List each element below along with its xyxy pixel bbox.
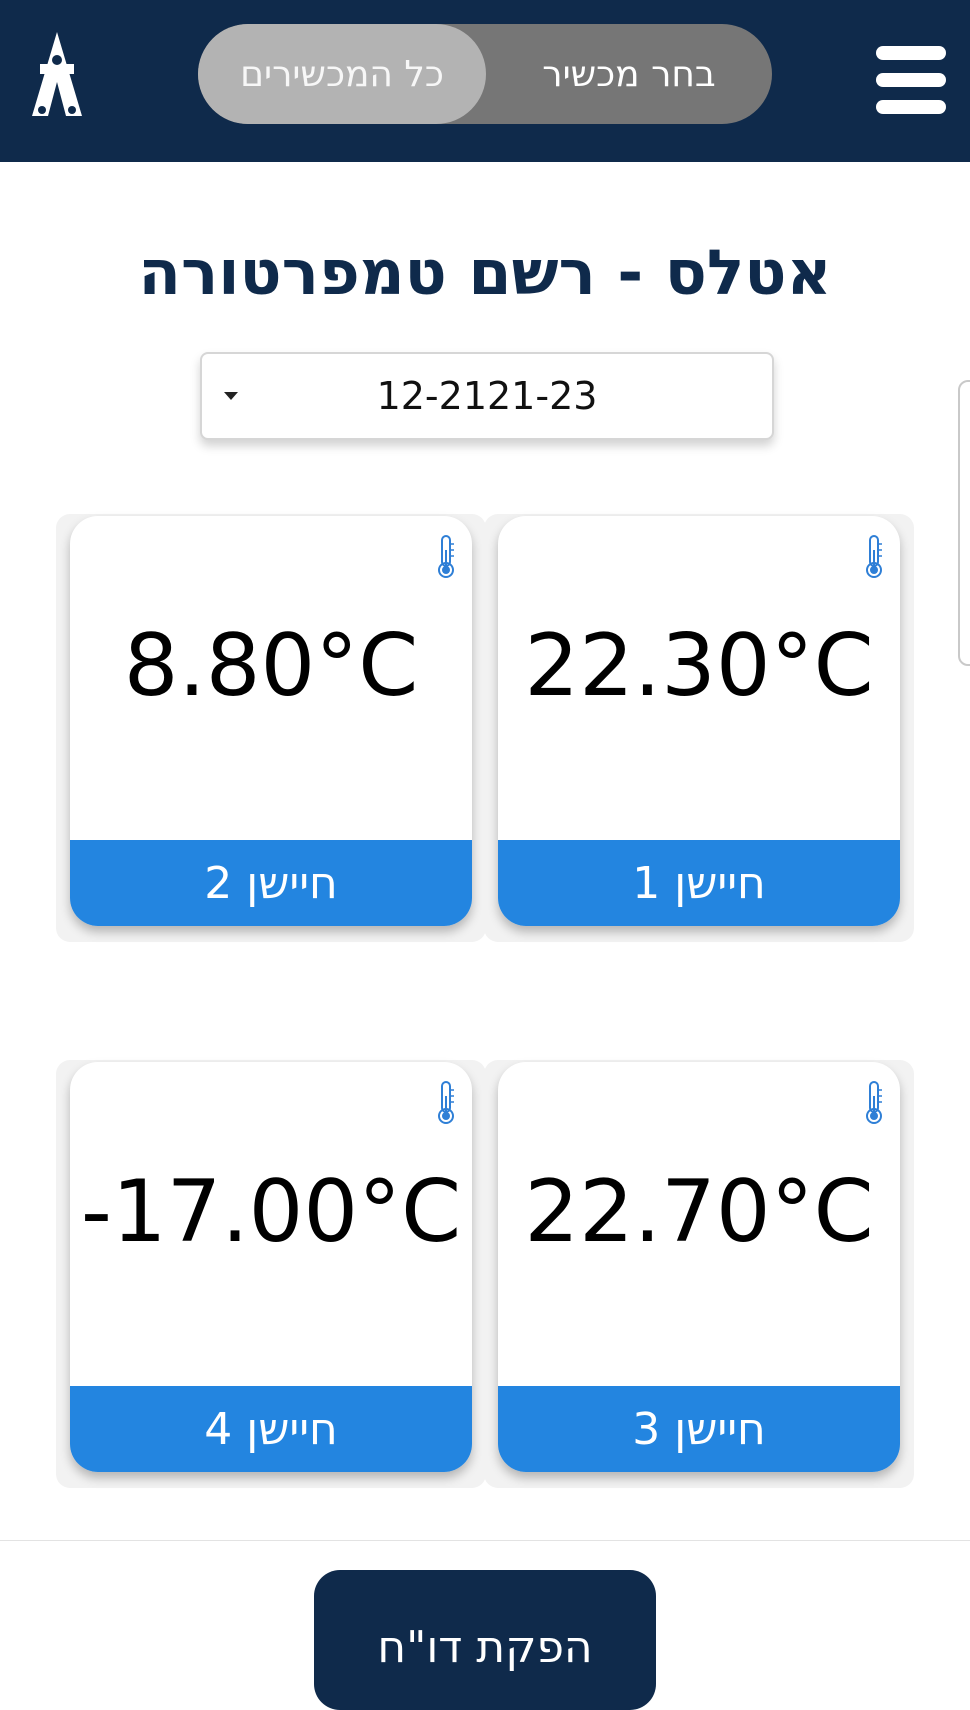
sensor-card-container: 22.70°C חיישן 3	[484, 1060, 914, 1488]
sensor-card-container: 22.30°C חיישן 1	[484, 514, 914, 942]
sensor-value: 8.80°C	[123, 616, 419, 716]
generate-report-button[interactable]: הפקת דו"ח	[314, 1570, 656, 1710]
sensor-card[interactable]: 22.30°C חיישן 1	[498, 516, 900, 926]
side-panel-tab[interactable]	[958, 380, 970, 666]
sensor-card[interactable]: -17.00°C חיישן 4	[70, 1062, 472, 1472]
select-device-toggle[interactable]: בחר מכשיר	[486, 24, 772, 124]
thermometer-icon	[866, 535, 882, 578]
sensor-card[interactable]: 8.80°C חיישן 2	[70, 516, 472, 926]
thermometer-icon	[438, 1081, 454, 1124]
sensor-value: 22.70°C	[524, 1162, 874, 1262]
sensor-label: חיישן 3	[498, 1386, 900, 1472]
device-scope-toggle: כל המכשירים בחר מכשיר	[198, 24, 772, 124]
page-title: אטלס - רשם טמפרטורה	[138, 236, 832, 309]
select-device-label: בחר מכשיר	[542, 53, 716, 95]
sensor-label: חיישן 1	[498, 840, 900, 926]
sensor-value: -17.00°C	[80, 1162, 462, 1262]
bottom-divider	[0, 1540, 970, 1541]
hamburger-menu-icon[interactable]	[876, 46, 946, 114]
atlas-logo-icon[interactable]	[26, 30, 88, 118]
device-select-value: 12-2121-23	[376, 374, 598, 418]
sensor-value: 22.30°C	[524, 616, 874, 716]
all-devices-toggle[interactable]: כל המכשירים	[198, 24, 486, 124]
sensor-card[interactable]: 22.70°C חיישן 3	[498, 1062, 900, 1472]
top-bar: כל המכשירים בחר מכשיר	[0, 0, 970, 162]
dropdown-arrow-icon	[224, 392, 238, 400]
sensor-label: חיישן 4	[70, 1386, 472, 1472]
thermometer-icon	[438, 535, 454, 578]
sensor-card-container: 8.80°C חיישן 2	[56, 514, 486, 942]
sensor-label: חיישן 2	[70, 840, 472, 926]
all-devices-label: כל המכשירים	[240, 53, 444, 95]
thermometer-icon	[866, 1081, 882, 1124]
device-select[interactable]: 12-2121-23	[200, 352, 774, 440]
sensor-card-container: -17.00°C חיישן 4	[56, 1060, 486, 1488]
